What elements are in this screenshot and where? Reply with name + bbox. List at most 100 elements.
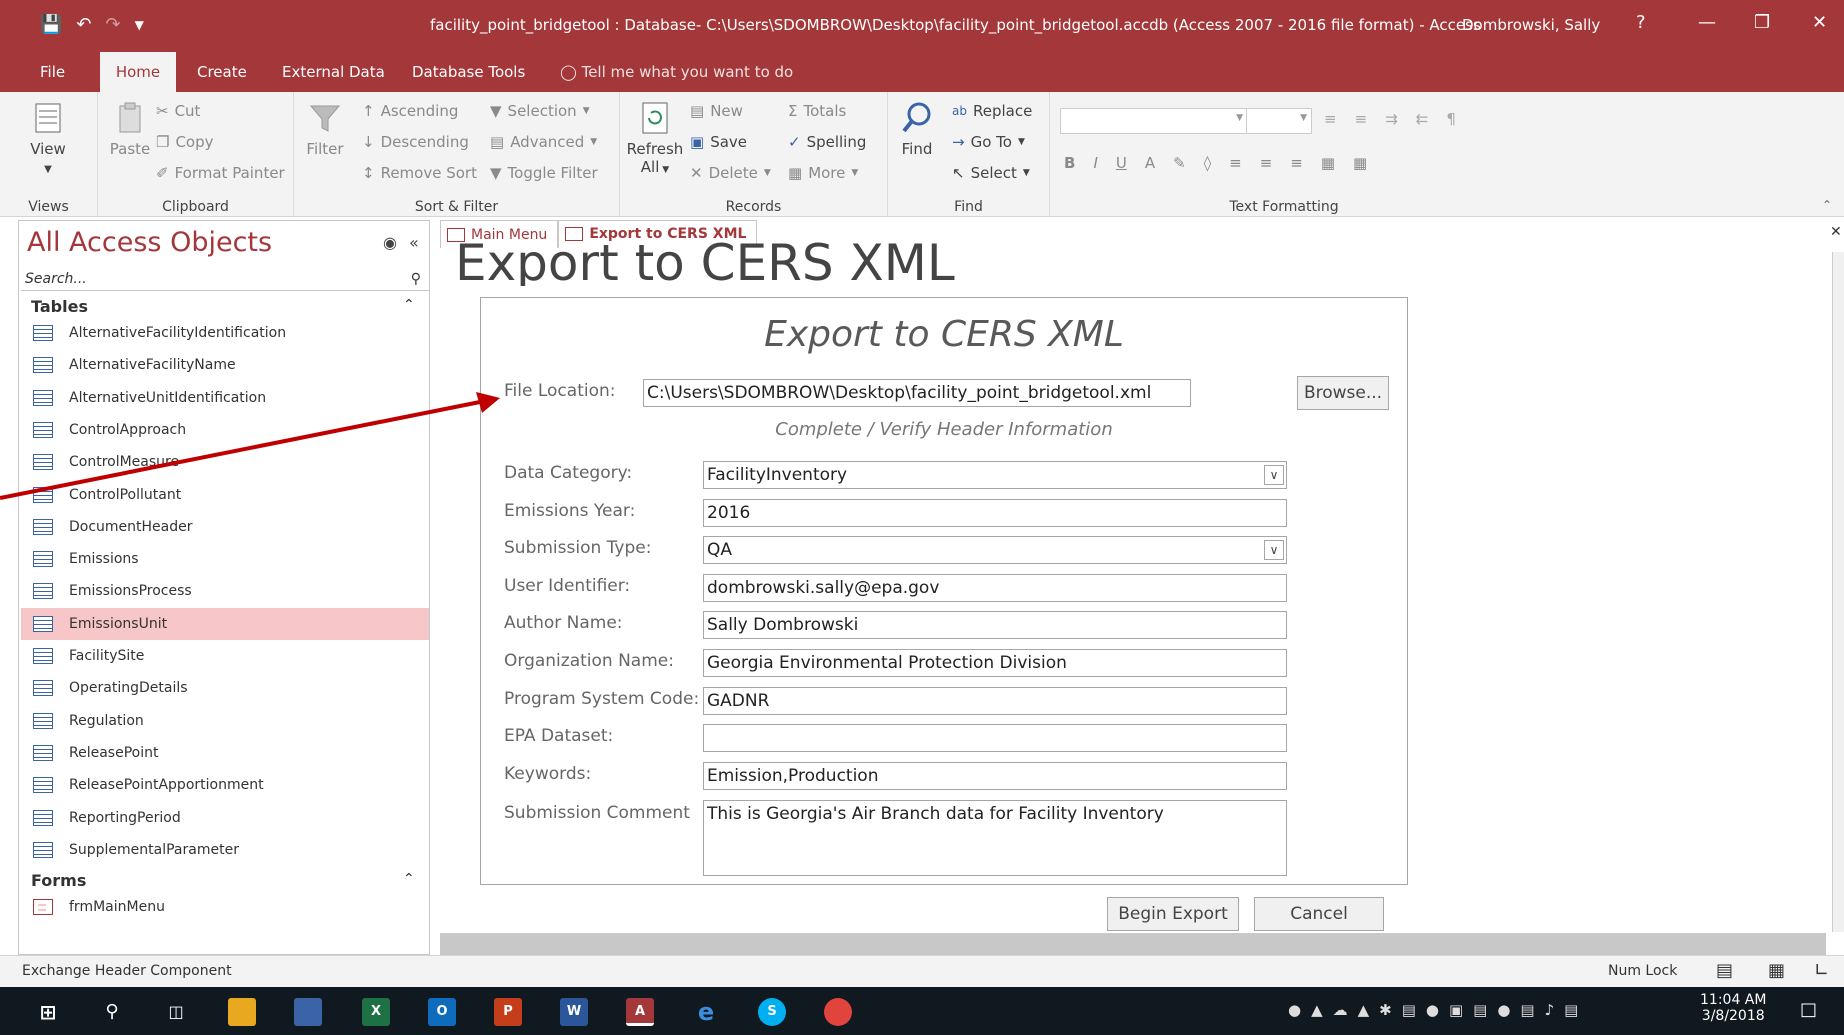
nav-item-table[interactable]: ReportingPeriod: [21, 802, 429, 834]
nav-menu-icon[interactable]: ◉: [383, 233, 397, 252]
field-dropdown[interactable]: FacilityInventory ∨: [703, 461, 1287, 489]
collapse-forms-icon[interactable]: ⌃: [403, 871, 415, 887]
excel-icon[interactable]: X: [362, 998, 390, 1026]
alt-row-color-icon[interactable]: ▦: [1321, 154, 1335, 172]
redo-icon[interactable]: ↷: [106, 14, 121, 35]
advanced-button[interactable]: ▤ Advanced ▼: [490, 133, 597, 151]
nav-item-table[interactable]: ControlMeasure: [21, 446, 429, 478]
restore-icon[interactable]: ❐: [1754, 12, 1770, 33]
new-record-button[interactable]: ▤ New: [690, 102, 743, 120]
field-input[interactable]: Sally Dombrowski: [703, 611, 1287, 640]
chevron-down-icon[interactable]: ∨: [1264, 465, 1284, 485]
user-name[interactable]: Dombrowski, Sally: [1462, 16, 1600, 34]
paste-button[interactable]: Paste: [104, 100, 156, 158]
nav-search-input[interactable]: Search... ⚲: [21, 267, 429, 291]
font-color-icon[interactable]: A: [1145, 154, 1155, 172]
powerpoint-icon[interactable]: P: [494, 998, 522, 1026]
align-center-icon[interactable]: ≡: [1260, 154, 1273, 172]
fill-color-icon[interactable]: ◊: [1204, 154, 1211, 172]
field-input[interactable]: dombrowski.sally@epa.gov: [703, 573, 1287, 602]
toggle-filter-button[interactable]: ▼ Toggle Filter: [490, 164, 598, 182]
notifications-icon[interactable]: □: [1800, 999, 1817, 1020]
field-input[interactable]: Georgia Environmental Protection Divisio…: [703, 649, 1287, 677]
nav-item-table[interactable]: OperatingDetails: [21, 672, 429, 704]
access-icon[interactable]: A: [626, 998, 654, 1026]
nav-item-frmMainMenu[interactable]: frmMainMenu: [21, 891, 429, 923]
browse-button[interactable]: Browse...: [1297, 376, 1389, 410]
tab-file[interactable]: File: [28, 52, 77, 92]
spelling-button[interactable]: ✓ Spelling: [788, 133, 866, 151]
nav-item-table[interactable]: Emissions: [21, 543, 429, 575]
windows-start-icon[interactable]: ⊞: [34, 998, 62, 1026]
nav-item-table[interactable]: AlternativeUnitIdentification: [21, 382, 429, 414]
undo-icon[interactable]: ↶: [76, 14, 91, 35]
remote-app-icon[interactable]: [294, 998, 322, 1026]
customize-qat-icon[interactable]: ▼: [135, 18, 144, 35]
view-button[interactable]: View ▼: [22, 100, 74, 176]
chrome-icon[interactable]: [824, 998, 852, 1026]
nav-item-table[interactable]: ControlApproach: [21, 414, 429, 446]
descending-button[interactable]: ↓ Descending: [362, 133, 469, 151]
align-right-icon[interactable]: ≡: [1290, 154, 1303, 172]
tables-section-header[interactable]: Tables ⌃: [31, 297, 415, 316]
word-icon[interactable]: W: [560, 998, 588, 1026]
select-button[interactable]: ↖ Select ▼: [952, 164, 1030, 182]
goto-button[interactable]: → Go To ▼: [952, 133, 1025, 151]
submission-comment-input[interactable]: This is Georgia's Air Branch data for Fa…: [703, 800, 1287, 876]
list-indent-buttons[interactable]: ≡ ≡ ⇉ ⇇ ¶: [1324, 110, 1456, 128]
cancel-button[interactable]: Cancel: [1254, 897, 1384, 931]
internet-explorer-icon[interactable]: e: [692, 998, 720, 1026]
bold-button[interactable]: B: [1064, 154, 1075, 172]
nav-item-table[interactable]: AlternativeFacilityIdentification: [21, 317, 429, 349]
tab-external-data[interactable]: External Data: [270, 52, 397, 92]
forms-section-header[interactable]: Forms ⌃: [31, 871, 415, 890]
save-record-button[interactable]: ▣ Save: [690, 133, 747, 151]
nav-item-table[interactable]: ReleasePoint: [21, 737, 429, 769]
clock[interactable]: 11:04 AM 3/8/2018: [1700, 992, 1766, 1024]
format-painter-button[interactable]: ✐ Format Painter: [156, 164, 285, 182]
field-input[interactable]: Emission,Production: [703, 761, 1287, 790]
form-view-icon[interactable]: ▤: [1716, 960, 1733, 981]
close-icon[interactable]: ✕: [1812, 12, 1827, 33]
tell-me-box[interactable]: ◯ Tell me what you want to do: [548, 52, 805, 92]
nav-item-table[interactable]: EmissionsProcess: [21, 575, 429, 607]
delete-record-button[interactable]: ✕ Delete ▼: [690, 164, 771, 182]
save-icon[interactable]: 💾: [40, 14, 62, 35]
task-view-icon[interactable]: ◫: [162, 998, 190, 1026]
remove-sort-button[interactable]: ↕ Remove Sort: [362, 164, 477, 182]
chevron-down-icon[interactable]: ∨: [1264, 540, 1284, 561]
field-input[interactable]: GADNR: [703, 686, 1287, 715]
nav-item-table[interactable]: DocumentHeader: [21, 511, 429, 543]
file-location-input[interactable]: C:\Users\SDOMBROW\Desktop\facility_point…: [643, 379, 1191, 407]
collapse-tables-icon[interactable]: ⌃: [403, 297, 415, 313]
nav-item-table[interactable]: ReleasePointApportionment: [21, 769, 429, 801]
vertical-scrollbar[interactable]: [1832, 252, 1844, 932]
copy-button[interactable]: ❐ Copy: [156, 133, 214, 151]
nav-item-table[interactable]: ControlPollutant: [21, 479, 429, 511]
more-button[interactable]: ▦ More ▼: [788, 164, 858, 182]
file-explorer-icon[interactable]: [228, 998, 256, 1026]
italic-button[interactable]: I: [1093, 154, 1097, 172]
collapse-ribbon-icon[interactable]: ⌃: [1822, 198, 1832, 212]
field-dropdown[interactable]: QA ∨: [703, 536, 1287, 565]
search-icon[interactable]: ⚲: [98, 998, 126, 1026]
tab-database-tools[interactable]: Database Tools: [400, 52, 537, 92]
filter-button[interactable]: Filter: [300, 100, 350, 158]
begin-export-button[interactable]: Begin Export: [1107, 897, 1239, 931]
nav-item-table[interactable]: Regulation: [21, 705, 429, 737]
nav-item-table[interactable]: SupplementalParameter: [21, 834, 429, 866]
nav-pane-title[interactable]: All Access Objects: [27, 227, 272, 258]
outlook-icon[interactable]: O: [428, 998, 456, 1026]
shutter-bar-icon[interactable]: «: [409, 233, 419, 252]
nav-item-table[interactable]: FacilitySite: [21, 640, 429, 672]
close-document-icon[interactable]: ✕: [1830, 224, 1842, 240]
system-tray-icons[interactable]: ●▲☁▲✱▤●▣▤●▤♪▤: [1288, 1001, 1588, 1019]
nav-item-table[interactable]: EmissionsUnit: [21, 607, 429, 640]
help-icon[interactable]: ?: [1636, 12, 1646, 33]
design-view-icon[interactable]: ∟: [1814, 960, 1829, 981]
tab-create[interactable]: Create: [185, 52, 259, 92]
tab-home[interactable]: Home: [100, 52, 176, 92]
ascending-button[interactable]: ↑ Ascending: [362, 102, 458, 120]
minimize-icon[interactable]: —: [1698, 12, 1716, 33]
field-input[interactable]: [703, 724, 1287, 753]
